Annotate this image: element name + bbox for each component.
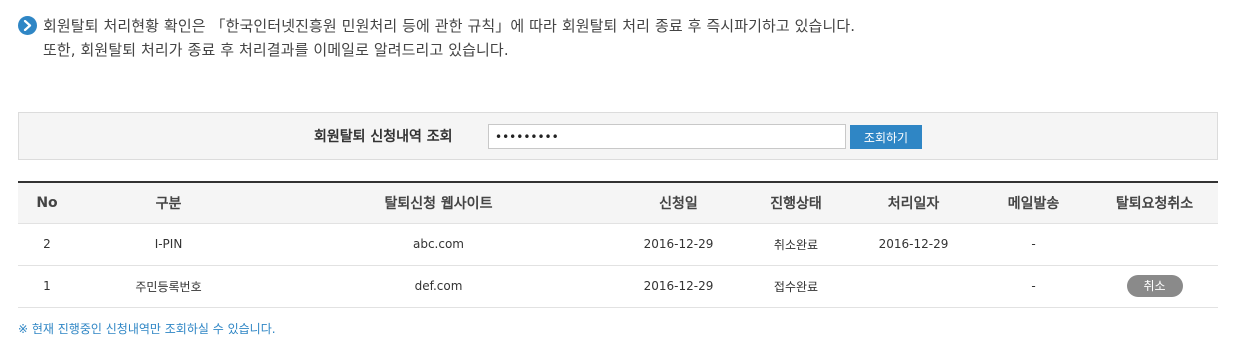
cell-type: I-PIN <box>76 223 261 266</box>
table-row: 1 주민등록번호 def.com 2016-12-29 접수완료 - 취소 <box>18 265 1218 308</box>
cell-processed-date: 2016-12-29 <box>851 223 976 266</box>
cancel-request-button[interactable]: 취소 <box>1126 275 1183 297</box>
notice-line-1: 회원탈퇴 처리현황 확인은 「한국인터넷진흥원 민원처리 등에 관한 규칙」에 … <box>43 16 856 35</box>
notice-row-1: 회원탈퇴 처리현황 확인은 「한국인터넷진흥원 민원처리 등에 관한 규칙」에 … <box>18 13 1218 37</box>
cell-mail: - <box>976 223 1091 266</box>
chevron-right-circle-icon <box>18 15 37 35</box>
col-header-processed-date: 처리일자 <box>851 182 976 224</box>
search-panel: 회원탈퇴 신청내역 조회 조회하기 <box>18 112 1218 160</box>
cell-processed-date <box>851 265 976 308</box>
col-header-cancel: 탈퇴요청취소 <box>1091 182 1218 224</box>
withdrawal-table: No 구분 탈퇴신청 웹사이트 신청일 진행상태 처리일자 메일발송 탈퇴요청취… <box>18 181 1218 308</box>
cell-request-date: 2016-12-29 <box>616 223 741 266</box>
footnote: ※ 현재 진행중인 신청내역만 조회하실 수 있습니다. <box>18 322 276 336</box>
col-header-no: No <box>18 182 76 224</box>
cell-request-date: 2016-12-29 <box>616 265 741 308</box>
cell-status: 취소완료 <box>741 223 851 266</box>
col-header-status: 진행상태 <box>741 182 851 224</box>
cell-website: def.com <box>261 265 616 308</box>
notice-row-2: 또한, 회원탈퇴 처리가 종료 후 처리결과를 이메일로 알려드리고 있습니다. <box>18 37 1218 61</box>
col-header-type: 구분 <box>76 182 261 224</box>
cell-website: abc.com <box>261 223 616 266</box>
search-label: 회원탈퇴 신청내역 조회 <box>314 129 453 145</box>
search-button[interactable]: 조회하기 <box>850 125 922 149</box>
notice-line-2: 또한, 회원탈퇴 처리가 종료 후 처리결과를 이메일로 알려드리고 있습니다. <box>43 40 509 59</box>
cell-mail: - <box>976 265 1091 308</box>
cell-cancel: 취소 <box>1091 265 1218 308</box>
col-header-request-date: 신청일 <box>616 182 741 224</box>
cell-no: 2 <box>18 223 76 266</box>
cell-no: 1 <box>18 265 76 308</box>
table-row: 2 I-PIN abc.com 2016-12-29 취소완료 2016-12-… <box>18 223 1218 266</box>
cell-type: 주민등록번호 <box>76 265 261 308</box>
cell-status: 접수완료 <box>741 265 851 308</box>
table-header-row: No 구분 탈퇴신청 웹사이트 신청일 진행상태 처리일자 메일발송 탈퇴요청취… <box>18 182 1218 224</box>
col-header-mail: 메일발송 <box>976 182 1091 224</box>
notice-section: 회원탈퇴 처리현황 확인은 「한국인터넷진흥원 민원처리 등에 관한 규칙」에 … <box>18 13 1218 61</box>
search-input[interactable] <box>488 124 846 149</box>
col-header-website: 탈퇴신청 웹사이트 <box>261 182 616 224</box>
cell-cancel <box>1091 223 1218 266</box>
